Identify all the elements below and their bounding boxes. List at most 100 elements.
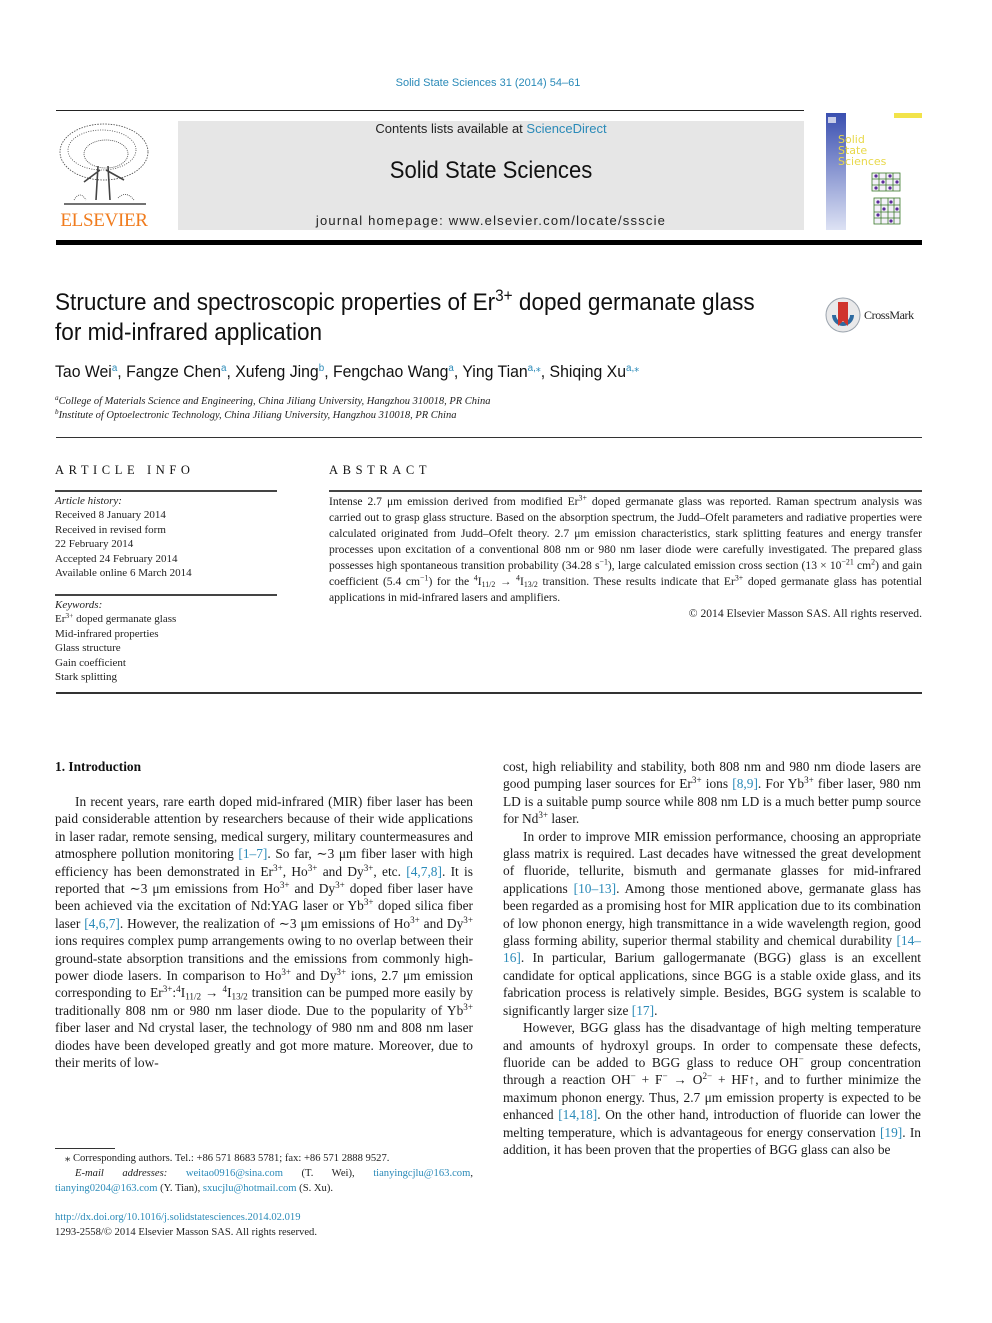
citation-link[interactable]: [14,18] <box>558 1107 597 1122</box>
email-link[interactable]: sxucjlu@hotmail.com <box>203 1183 297 1194</box>
history-item: Received 8 January 2014 <box>55 509 166 522</box>
affiliation-b: bInstitute of Optoelectronic Technology,… <box>55 409 457 421</box>
abstract-copyright: © 2014 Elsevier Masson SAS. All rights r… <box>688 607 922 620</box>
journal-cover-thumbnail[interactable]: Solid State Sciences <box>826 113 922 230</box>
cover-title-line: Sciences <box>838 155 887 168</box>
email-owner: (T. Wei), <box>282 1168 374 1179</box>
subscript: 11/2 <box>185 991 202 1002</box>
crossmark-icon <box>825 297 861 333</box>
superscript: 3+ <box>363 862 374 873</box>
superscript: 3+ <box>410 914 420 925</box>
corresponding-author-note: ⁎ Corresponding authors. Tel.: +86 571 8… <box>65 1153 390 1164</box>
history-item: Accepted 24 February 2014 <box>55 552 178 565</box>
superscript: 3+ <box>162 984 173 995</box>
body-paragraph: In recent years, rare earth doped mid-in… <box>55 794 474 1071</box>
elsevier-tree-icon <box>59 123 149 205</box>
issn-copyright: 1293-2558/© 2014 Elsevier Masson SAS. Al… <box>55 1227 317 1238</box>
superscript: 3+ <box>279 880 290 891</box>
superscript: b <box>318 362 325 375</box>
email-addresses: E-mail addresses: weitao0916@sina.com (T… <box>55 1166 473 1196</box>
body-column-left: In recent years, rare earth doped mid-in… <box>55 793 473 1072</box>
keyword-item: Glass structure <box>55 642 121 655</box>
affiliation-a: aCollege of Materials Science and Engine… <box>55 395 491 407</box>
superscript: 3+ <box>463 1001 473 1012</box>
subscript: 13/2 <box>523 579 538 589</box>
history-item: 22 February 2014 <box>55 538 134 551</box>
superscript: − <box>662 1071 668 1082</box>
email-link[interactable]: tianying0204@163.com <box>55 1183 157 1194</box>
body-paragraph: However, BGG glass has the disadvantage … <box>503 1020 922 1157</box>
divider <box>329 490 922 492</box>
footnote-divider <box>55 1148 115 1149</box>
citation-link[interactable]: [17] <box>632 1003 654 1018</box>
body-column-right: cost, high reliability and stability, bo… <box>503 758 921 1158</box>
journal-reference[interactable]: Solid State Sciences 31 (2014) 54–61 <box>0 77 976 89</box>
abstract-heading: ABSTRACT <box>329 463 432 477</box>
keywords-label: Keywords: <box>55 599 103 611</box>
superscript: 4 <box>176 984 181 995</box>
superscript: 3+ <box>578 493 587 503</box>
abstract-body: Intense 2.7 μm emission derived from mod… <box>329 494 922 622</box>
history-item: Available online 6 March 2014 <box>55 567 192 580</box>
email-label: E-mail addresses: <box>75 1168 186 1179</box>
crossmark-button[interactable]: CrossMark <box>824 296 924 336</box>
citation-link[interactable]: [10–13] <box>574 881 616 896</box>
contents-prefix: Contents lists available at <box>375 121 527 136</box>
email-owner: (Y. Tian), <box>157 1183 203 1194</box>
affiliation-text: College of Materials Science and Enginee… <box>58 396 491 407</box>
superscript: a <box>111 362 118 375</box>
doi-link[interactable]: http://dx.doi.org/10.1016/j.solidstatesc… <box>55 1212 301 1223</box>
superscript: 4 <box>473 573 478 583</box>
email-link[interactable]: tianyingcjlu@163.com <box>373 1168 470 1179</box>
superscript: 4 <box>516 573 520 583</box>
doi-block: http://dx.doi.org/10.1016/j.solidstatesc… <box>55 1210 317 1240</box>
elsevier-logo[interactable]: ELSEVIER <box>54 120 154 232</box>
superscript: a,⁎ <box>626 362 640 375</box>
divider <box>56 437 922 438</box>
elsevier-wordmark: ELSEVIER <box>60 210 148 231</box>
body-paragraph: In order to improve MIR emission perform… <box>503 828 921 1018</box>
superscript: −21 <box>841 557 854 567</box>
superscript: a <box>220 362 227 375</box>
citation-link[interactable]: [4,7,8] <box>406 864 442 879</box>
crossmark-label: CrossMark <box>864 308 914 322</box>
keyword-item: Mid-infrared properties <box>55 627 159 640</box>
superscript: 4 <box>222 984 228 995</box>
superscript: 3+ <box>463 914 473 925</box>
superscript: −1 <box>599 557 608 567</box>
keywords-list: Keywords: Er3+ doped germanate glass Mid… <box>55 598 176 684</box>
divider <box>56 692 922 694</box>
sciencedirect-link[interactable]: ScienceDirect <box>526 121 606 136</box>
superscript: − <box>630 1071 636 1082</box>
article-history: Article history: Received 8 January 2014… <box>55 494 192 580</box>
divider <box>55 594 277 596</box>
subscript: 11/2 <box>481 579 496 589</box>
superscript: 3+ <box>538 810 549 821</box>
superscript: 3+ <box>495 287 513 306</box>
superscript: 2− <box>702 1071 713 1082</box>
affiliation-text: Institute of Optoelectronic Technology, … <box>58 410 457 421</box>
email-owner: , <box>470 1168 473 1179</box>
cover-image-icon: Solid State Sciences <box>826 113 922 230</box>
citation-link[interactable]: [1–7] <box>238 846 267 861</box>
history-label: Article history: <box>55 495 122 507</box>
citation-link[interactable]: [8,9] <box>732 776 758 791</box>
superscript: 3+ <box>65 611 74 621</box>
body-paragraph: cost, high reliability and stability, bo… <box>503 759 921 827</box>
section-heading-introduction: 1. Introduction <box>55 759 142 774</box>
history-item: Received in revised form <box>55 523 166 536</box>
superscript: 3+ <box>804 775 814 786</box>
citation-link[interactable]: [19] <box>880 1125 902 1140</box>
citation-link[interactable]: [14–16] <box>503 933 921 965</box>
superscript: 2 <box>871 557 876 567</box>
citation-link[interactable]: [4,6,7] <box>84 916 120 931</box>
superscript: 3+ <box>734 573 744 583</box>
superscript: 3+ <box>281 967 292 978</box>
superscript: 3+ <box>363 897 374 908</box>
superscript: 3+ <box>336 967 347 978</box>
keyword-item: Er3+ doped germanate glass <box>55 611 177 626</box>
abstract-paragraph: Intense 2.7 μm emission derived from mod… <box>329 493 922 604</box>
journal-title: Solid State Sciences <box>389 157 593 184</box>
journal-homepage[interactable]: journal homepage: www.elsevier.com/locat… <box>178 213 804 228</box>
email-link[interactable]: weitao0916@sina.com <box>186 1168 283 1179</box>
